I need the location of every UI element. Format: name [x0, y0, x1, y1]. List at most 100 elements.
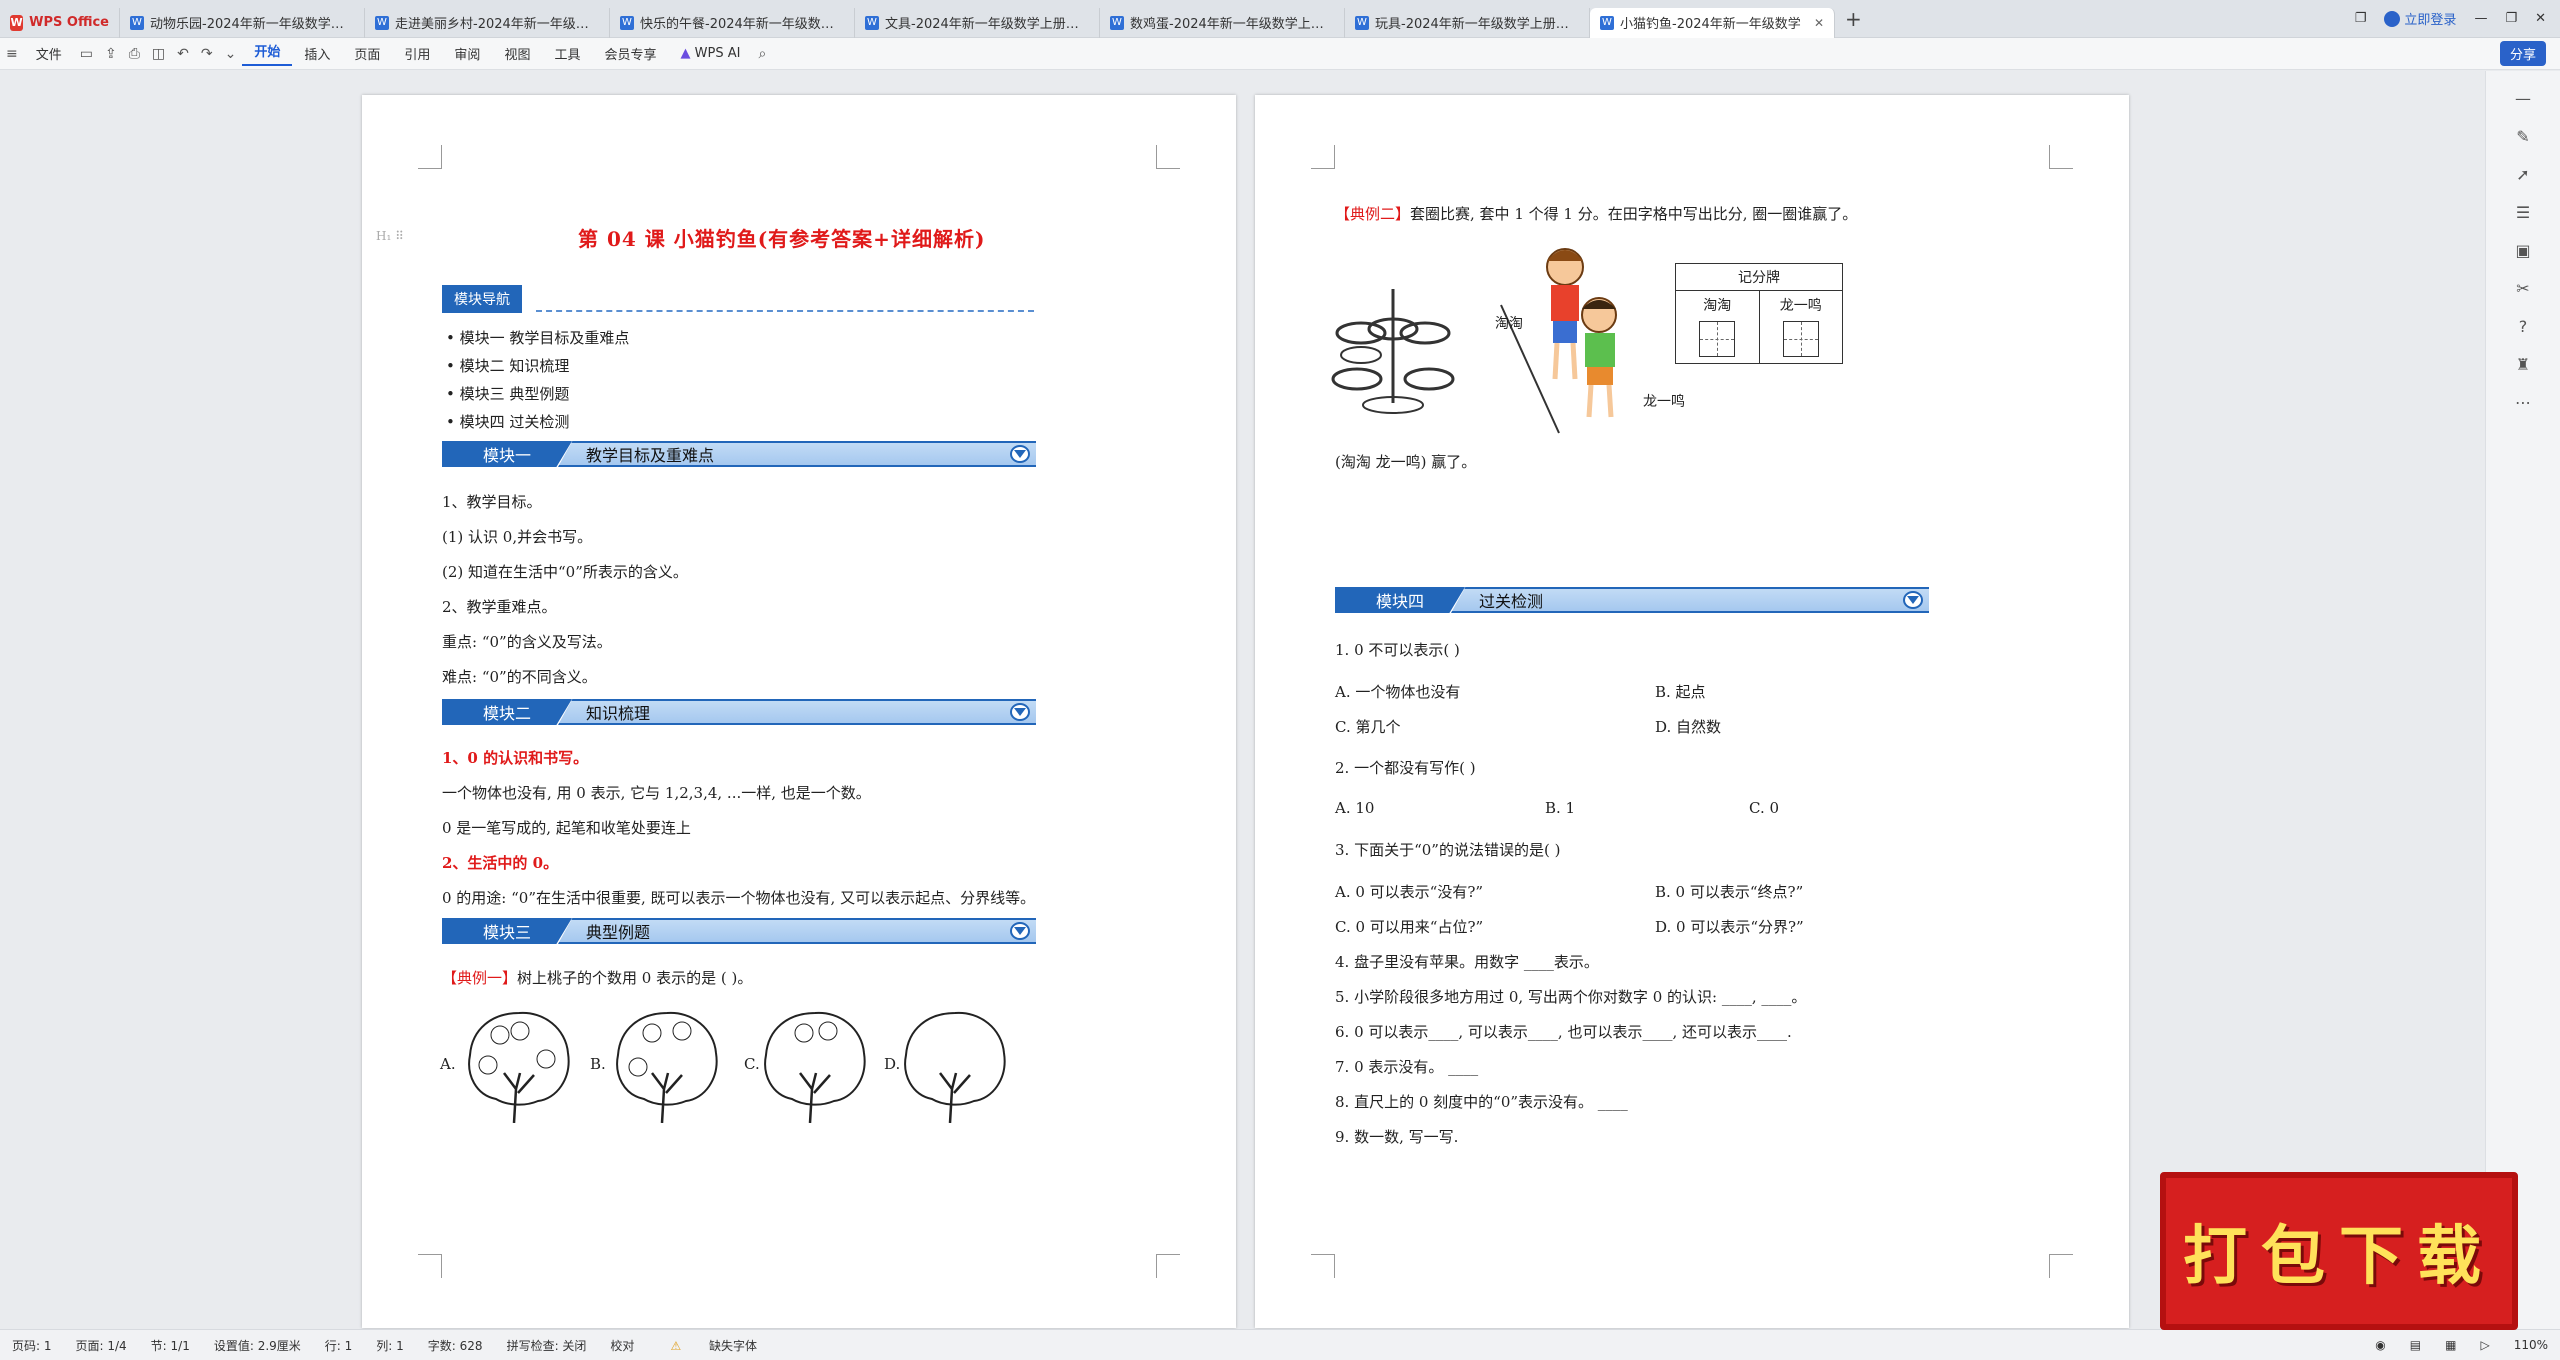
children-image [1546, 248, 1617, 418]
shirt-icon[interactable]: ♜ [2513, 355, 2533, 375]
option: A. 一个物体也没有 [1335, 683, 1461, 701]
collapse-arrow-icon[interactable] [1903, 591, 1923, 609]
peach-tree-image [616, 1011, 718, 1123]
more-icon[interactable]: ⋯ [2513, 393, 2533, 413]
minimize-button[interactable]: — [2474, 11, 2487, 26]
module-banner: 模块二 知识梳理 [442, 699, 1036, 725]
tianzige-box[interactable] [1782, 321, 1819, 357]
margin-mark [2049, 1254, 2073, 1278]
score-table: 记分牌 淘淘 龙一鸣 [1675, 263, 1843, 364]
section-heading: 1、0 的认识和书写。 [442, 749, 589, 767]
status-missing-font[interactable]: ⚠ 缺失字体 [646, 1337, 781, 1354]
login-button[interactable]: 立即登录 [2384, 9, 2456, 28]
tianzige-box[interactable] [1699, 321, 1736, 357]
play-icon[interactable]: ▷ [2468, 1338, 2501, 1352]
window-switch-icon[interactable]: ❐ [2355, 11, 2367, 26]
status-col: 列: 1 [376, 1338, 404, 1353]
module-title: 典型例题 [586, 923, 651, 942]
close-tab-icon[interactable]: ✕ [1814, 16, 1824, 30]
example-text: 树上桃子的个数用 0 表示的是 ( )。 [517, 969, 753, 987]
document-tab[interactable]: W 动物乐园-2024年新一年级数学上册暑 [120, 7, 365, 38]
zoom-level[interactable]: 110% [2502, 1338, 2560, 1352]
collapse-arrow-icon[interactable] [1010, 445, 1030, 463]
redo-icon[interactable]: ↷ [195, 46, 219, 62]
preview-icon[interactable]: ◫ [146, 46, 171, 62]
avatar-icon [2384, 10, 2401, 27]
cursor-icon[interactable]: ➚ [2513, 165, 2533, 185]
page-view-icon[interactable]: ▤ [2398, 1338, 2433, 1352]
word-doc-icon: W [1355, 15, 1369, 30]
heading-handle-icon[interactable]: H₁ ⠿ [376, 229, 404, 243]
collapse-arrow-icon[interactable] [1010, 703, 1030, 721]
menu-home[interactable]: 开始 [242, 41, 293, 66]
wps-ai-button[interactable]: ▲ WPS AI [668, 46, 752, 61]
score-col-header: 龙一鸣 [1779, 298, 1822, 314]
tab-label: 数鸡蛋-2024年新一年级数学上册暑假 [1130, 17, 1334, 32]
example-tag: 【典例一】 [442, 969, 518, 987]
module-title: 教学目标及重难点 [586, 446, 715, 465]
missing-font-label: 缺失字体 [709, 1338, 758, 1353]
option-label: C. [744, 1055, 760, 1073]
app-name: WPS Office [29, 15, 109, 30]
image-icon[interactable]: ▣ [2513, 241, 2533, 261]
menu-insert[interactable]: 插入 [292, 44, 342, 63]
module-nav-tag: 模块导航 [442, 285, 522, 313]
menu-page[interactable]: 页面 [342, 44, 392, 63]
save-icon[interactable]: ▭ [74, 46, 99, 62]
restore-button[interactable]: ❐ [2505, 11, 2517, 26]
eye-icon[interactable]: ◉ [2363, 1338, 2397, 1352]
chevron-down-icon[interactable]: ⌄ [219, 46, 243, 62]
margin-mark [2049, 145, 2073, 169]
share-button[interactable]: 分享 [2499, 41, 2546, 66]
option-label: A. [440, 1055, 456, 1073]
status-proof[interactable]: 校对 [598, 1337, 646, 1354]
document-tab[interactable]: W 数鸡蛋-2024年新一年级数学上册暑假 [1100, 7, 1345, 38]
status-spellcheck[interactable]: 拼写检查: 关闭 [495, 1337, 599, 1354]
print-icon[interactable]: ⎙ [123, 46, 146, 62]
tools-icon[interactable]: ✂ [2513, 279, 2533, 299]
export-icon[interactable]: ⇪ [99, 46, 123, 62]
question: 3. 下面关于“0”的说法错误的是( ) [1335, 841, 1561, 859]
web-view-icon[interactable]: ▦ [2433, 1338, 2468, 1352]
word-doc-icon: W [1600, 15, 1614, 30]
document-tab[interactable]: W 文具-2024年新一年级数学上册暑假自 [855, 7, 1100, 38]
undo-icon[interactable]: ↶ [171, 46, 195, 62]
status-pages[interactable]: 页面: 1/4 [64, 1337, 139, 1354]
menu-member[interactable]: 会员专享 [592, 44, 668, 63]
document-title: 第 04 课 小猫钓鱼(有参考答案+详细解析) [578, 227, 986, 251]
nav-item: • 模块一 教学目标及重难点 [446, 329, 630, 347]
text-line: (1) 认识 0,并会书写。 [442, 528, 593, 546]
minus-icon[interactable]: — [2513, 89, 2533, 109]
status-words[interactable]: 字数: 628 [416, 1337, 495, 1354]
tab-wps-home[interactable]: W WPS Office [0, 7, 120, 38]
option: D. 自然数 [1655, 718, 1722, 736]
tab-label: 快乐的午餐-2024年新一年级数学上册 [640, 17, 844, 32]
download-promo-banner[interactable]: 打包下载 [2160, 1172, 2518, 1330]
collapse-arrow-icon[interactable] [1010, 922, 1030, 940]
question: 8. 直尺上的 0 刻度中的“0”表示没有。 ____ [1335, 1093, 1628, 1111]
document-tab[interactable]: W 玩具-2024年新一年级数学上册暑假自 [1345, 7, 1590, 38]
pen-icon[interactable]: ✎ [2513, 127, 2533, 147]
module-banner: 模块四 过关检测 [1335, 587, 1929, 613]
tab-label: 玩具-2024年新一年级数学上册暑假自 [1375, 17, 1579, 32]
document-tab-active[interactable]: W 小猫钓鱼-2024年新一年级数学 ✕ [1590, 7, 1835, 38]
new-tab-button[interactable]: + [1845, 7, 1862, 31]
help-icon[interactable]: ? [2513, 317, 2533, 337]
file-menu[interactable]: 文件 [24, 44, 74, 63]
page-1[interactable]: H₁ ⠿ 第 04 课 小猫钓鱼(有参考答案+详细解析) 模块导航 • 模块一 … [362, 95, 1236, 1328]
search-icon[interactable]: ⌕ [752, 46, 772, 62]
menu-reference[interactable]: 引用 [392, 44, 442, 63]
nav-item: • 模块二 知识梳理 [446, 357, 570, 375]
margin-mark [1311, 1254, 1335, 1278]
hamburger-menu-icon[interactable]: ≡ [0, 46, 24, 62]
document-tab[interactable]: W 走进美丽乡村-2024年新一年级数学上 [365, 7, 610, 38]
option: C. 0 [1749, 799, 1780, 817]
menu-review[interactable]: 审阅 [442, 44, 492, 63]
sliders-icon[interactable]: ☰ [2513, 203, 2533, 223]
menu-tools[interactable]: 工具 [542, 44, 592, 63]
menu-view[interactable]: 视图 [492, 44, 542, 63]
document-tab[interactable]: W 快乐的午餐-2024年新一年级数学上册 [610, 7, 855, 38]
close-window-button[interactable]: ✕ [2535, 11, 2546, 26]
text-line: 难点: “0”的不同含义。 [442, 668, 597, 686]
page-2[interactable]: 【典例二】套圈比赛, 套中 1 个得 1 分。在田字格中写出比分, 圈一圈谁赢了… [1255, 95, 2129, 1328]
